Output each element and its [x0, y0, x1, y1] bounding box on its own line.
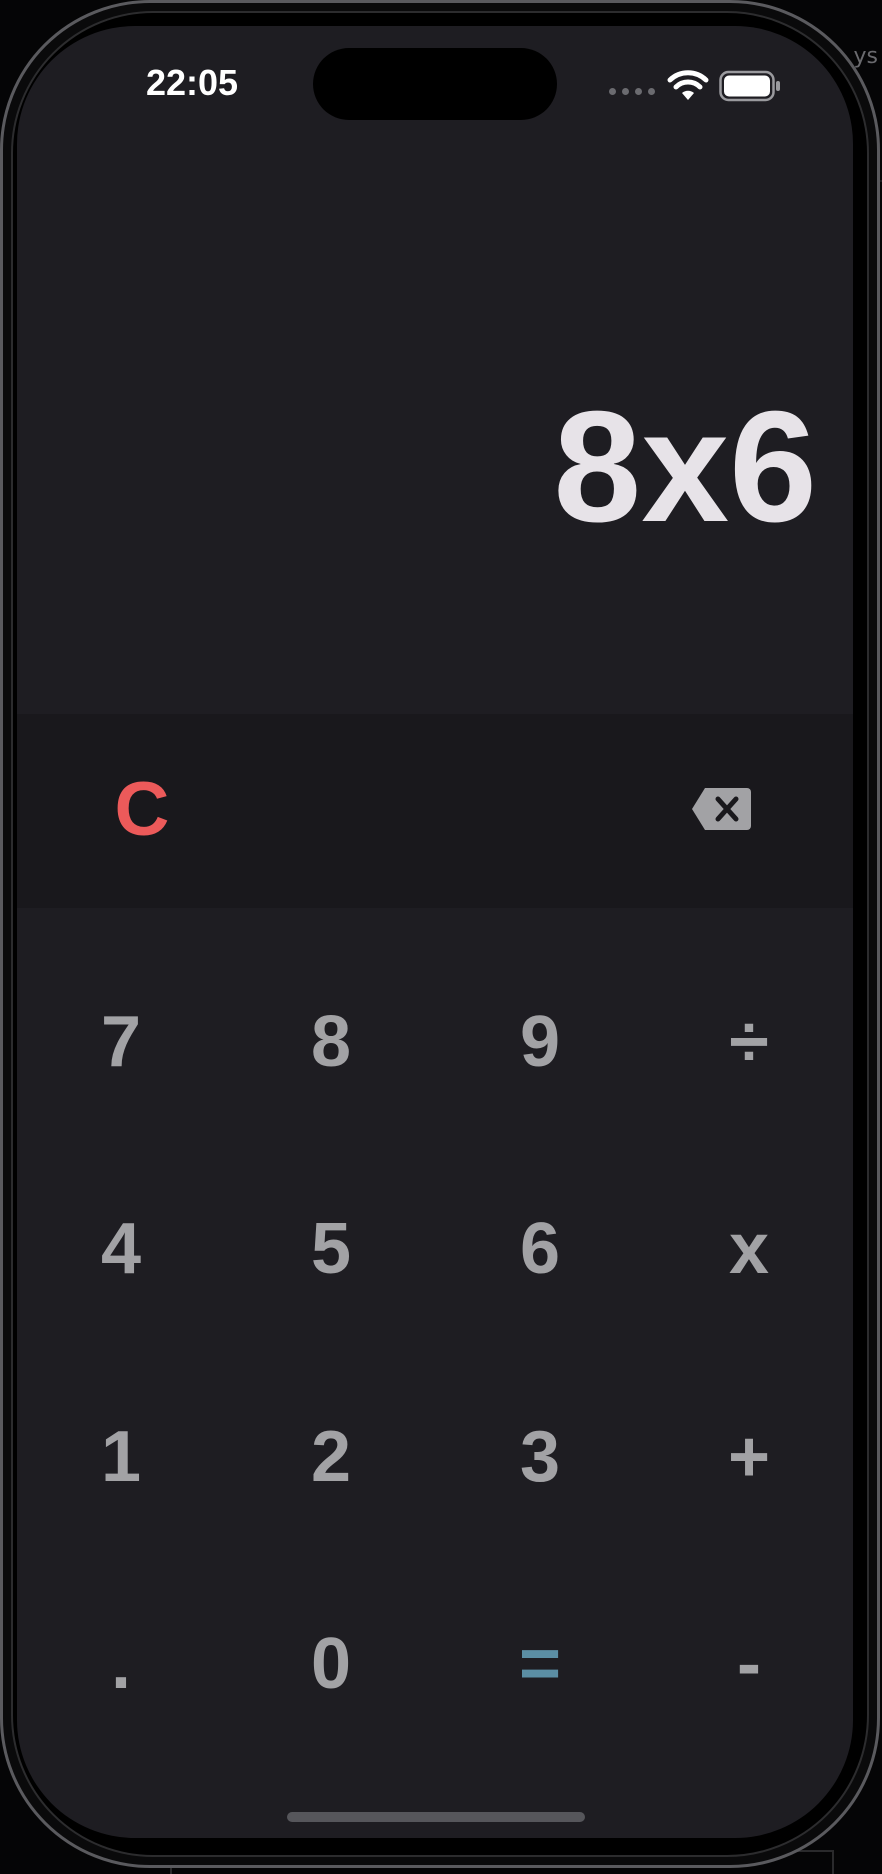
key-divide-button[interactable]: ÷ — [669, 967, 829, 1117]
key-equals-button[interactable]: = — [460, 1589, 620, 1739]
key-subtract-button[interactable]: - — [669, 1589, 829, 1739]
key-7-button[interactable]: 7 — [41, 967, 201, 1117]
key-1-button[interactable]: 1 — [41, 1382, 201, 1532]
keypad: 7 8 9 ÷ 4 5 6 x 1 2 3 +. 0 = - — [17, 908, 853, 1758]
dynamic-island — [313, 48, 557, 120]
signal-dots-icon — [609, 88, 655, 95]
key-4-button[interactable]: 4 — [41, 1174, 201, 1324]
key-5-button[interactable]: 5 — [251, 1174, 411, 1324]
battery-icon — [719, 70, 780, 102]
key-6-button[interactable]: 6 — [460, 1174, 620, 1324]
key-3-button[interactable]: 3 — [460, 1382, 620, 1532]
wifi-icon — [667, 70, 709, 100]
key-decimal-button[interactable]: . — [41, 1589, 201, 1739]
status-time: 22:05 — [145, 62, 239, 103]
key-0-button[interactable]: 0 — [251, 1589, 411, 1739]
key-multiply-button[interactable]: x — [669, 1174, 829, 1324]
key-2-button[interactable]: 2 — [251, 1382, 411, 1532]
backspace-icon — [692, 788, 751, 830]
clear-button[interactable]: C — [77, 754, 207, 864]
key-add-button[interactable]: + — [669, 1382, 829, 1532]
stage: ys 22:05 8x6 C 7 8 9 ÷ 4 5 6 x 1 2 3 + .… — [0, 0, 882, 1874]
home-indicator[interactable] — [287, 1812, 585, 1822]
control-row: C — [17, 714, 853, 908]
display-expression: 8x6 — [553, 379, 817, 555]
calculator-screen: 22:05 8x6 C 789 ÷ 4 5 6 x 1 2 3 + . 0 = … — [17, 26, 853, 1838]
backdrop-text: ys — [853, 44, 878, 69]
key-9-button[interactable]: 9 — [460, 967, 620, 1117]
backspace-button[interactable] — [667, 764, 777, 854]
key-8-button[interactable]: 8 — [251, 967, 411, 1117]
